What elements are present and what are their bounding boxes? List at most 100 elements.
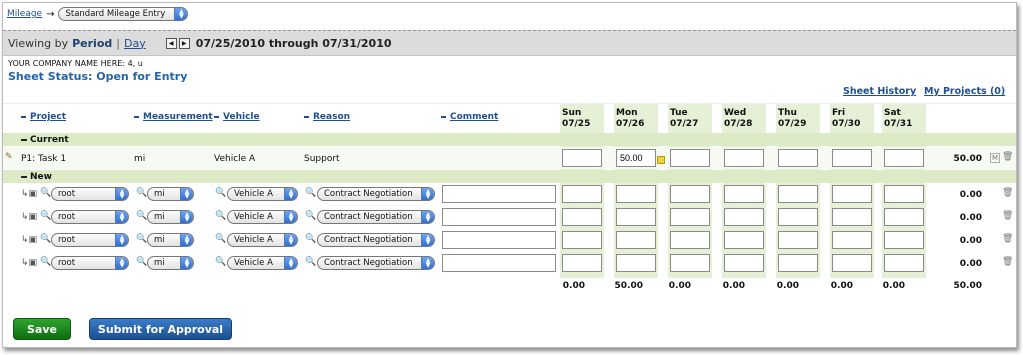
next-period-icon[interactable]: ▶	[178, 37, 190, 49]
measurement-column-header[interactable]: Measurement	[134, 112, 213, 122]
search-icon[interactable]: 🔍	[305, 257, 316, 267]
vehicle-select[interactable]: Vehicle A ▲ ▼	[227, 233, 298, 247]
new-day-input-sat[interactable]	[884, 254, 924, 272]
vehicle-select[interactable]: Vehicle A ▲ ▼	[227, 210, 298, 224]
new-day-input-fri[interactable]	[832, 185, 872, 203]
measurement-select[interactable]: mi ▲ ▼	[147, 256, 194, 270]
search-icon[interactable]: 🔍	[136, 188, 147, 198]
m-icon[interactable]: M	[990, 153, 1001, 163]
new-day-input-thu[interactable]	[778, 185, 818, 203]
measurement-select[interactable]: mi ▲ ▼	[147, 210, 194, 224]
new-day-input-wed[interactable]	[724, 208, 764, 226]
current-day-input-sat[interactable]	[884, 149, 924, 167]
search-icon[interactable]: 🔍	[40, 234, 51, 244]
search-icon[interactable]: 🔍	[305, 234, 316, 244]
search-icon[interactable]: 🔍	[136, 211, 147, 221]
search-icon[interactable]: 🔍	[40, 257, 51, 267]
new-day-input-thu[interactable]	[778, 254, 818, 272]
new-day-input-tue[interactable]	[670, 208, 710, 226]
new-day-input-tue[interactable]	[670, 254, 710, 272]
measurement-select[interactable]: mi ▲ ▼	[147, 187, 194, 201]
new-day-input-sat[interactable]	[884, 231, 924, 249]
new-day-input-mon[interactable]	[616, 254, 656, 272]
sheet-history-link[interactable]: Sheet History	[843, 86, 916, 97]
search-icon[interactable]: 🔍	[215, 211, 226, 221]
reason-select[interactable]: Contract Negotiation ▲ ▼	[317, 233, 435, 247]
project-sort-link[interactable]: Project	[30, 112, 66, 122]
new-day-input-wed[interactable]	[724, 254, 764, 272]
measurement-sort-link[interactable]: Measurement	[143, 112, 213, 122]
save-button[interactable]: Save	[13, 318, 71, 340]
day-view-link[interactable]: Day	[124, 37, 146, 50]
search-icon[interactable]: 🔍	[215, 234, 226, 244]
search-icon[interactable]: 🔍	[40, 188, 51, 198]
current-day-input-thu[interactable]	[778, 149, 818, 167]
search-icon[interactable]: 🔍	[215, 188, 226, 198]
copy-row-icon[interactable]: ↳▣	[21, 189, 37, 199]
search-icon[interactable]: 🔍	[305, 188, 316, 198]
new-day-input-fri[interactable]	[832, 254, 872, 272]
project-select[interactable]: root ▲ ▼	[51, 210, 129, 224]
reason-select[interactable]: Contract Negotiation ▲ ▼	[317, 256, 435, 270]
new-section-header[interactable]: New	[3, 170, 1016, 183]
new-day-input-sun[interactable]	[562, 231, 602, 249]
new-day-input-sat[interactable]	[884, 208, 924, 226]
measurement-select[interactable]: mi ▲ ▼	[147, 233, 194, 247]
trash-icon[interactable]: 🗑	[1002, 234, 1013, 244]
submit-for-approval-button[interactable]: Submit for Approval	[89, 318, 232, 340]
new-day-input-mon[interactable]	[616, 231, 656, 249]
note-icon[interactable]	[657, 156, 665, 164]
entry-type-select[interactable]: Standard Mileage Entry ▲ ▼	[58, 7, 189, 21]
current-section-header[interactable]: Current	[3, 133, 1016, 146]
new-day-input-sun[interactable]	[562, 254, 602, 272]
copy-row-icon[interactable]: ↳▣	[21, 235, 37, 245]
new-day-input-fri[interactable]	[832, 231, 872, 249]
vehicle-select[interactable]: Vehicle A ▲ ▼	[227, 256, 298, 270]
reason-sort-link[interactable]: Reason	[313, 112, 350, 122]
my-projects-link[interactable]: My Projects (0)	[924, 86, 1005, 97]
new-day-input-wed[interactable]	[724, 231, 764, 249]
new-day-input-thu[interactable]	[778, 231, 818, 249]
project-column-header[interactable]: Project	[21, 112, 66, 122]
new-day-input-tue[interactable]	[670, 231, 710, 249]
vehicle-sort-link[interactable]: Vehicle	[223, 112, 260, 122]
comment-input[interactable]	[442, 208, 556, 226]
project-select[interactable]: root ▲ ▼	[51, 233, 129, 247]
previous-period-icon[interactable]: ◀	[165, 37, 177, 49]
edit-pencil-icon[interactable]: ✎	[5, 152, 13, 162]
mileage-link[interactable]: Mileage	[7, 9, 42, 19]
search-icon[interactable]: 🔍	[305, 211, 316, 221]
search-icon[interactable]: 🔍	[136, 257, 147, 267]
project-select[interactable]: root ▲ ▼	[51, 187, 129, 201]
comment-input[interactable]	[442, 231, 556, 249]
current-day-input-tue[interactable]	[670, 149, 710, 167]
new-day-input-wed[interactable]	[724, 185, 764, 203]
comment-input[interactable]	[442, 185, 556, 203]
copy-row-icon[interactable]: ↳▣	[21, 212, 37, 222]
search-icon[interactable]: 🔍	[136, 234, 147, 244]
current-day-input-wed[interactable]	[724, 149, 764, 167]
new-day-input-fri[interactable]	[832, 208, 872, 226]
reason-select[interactable]: Contract Negotiation ▲ ▼	[317, 187, 435, 201]
trash-icon[interactable]: 🗑	[1002, 257, 1013, 267]
reason-select[interactable]: Contract Negotiation ▲ ▼	[317, 210, 435, 224]
trash-icon[interactable]: 🗑	[1002, 188, 1013, 198]
current-day-input-sun[interactable]	[562, 149, 602, 167]
vehicle-column-header[interactable]: Vehicle	[214, 112, 260, 122]
new-day-input-sun[interactable]	[562, 208, 602, 226]
new-day-input-thu[interactable]	[778, 208, 818, 226]
search-icon[interactable]: 🔍	[40, 211, 51, 221]
current-day-input-mon[interactable]	[616, 149, 656, 167]
vehicle-select[interactable]: Vehicle A ▲ ▼	[227, 187, 298, 201]
current-day-input-fri[interactable]	[832, 149, 872, 167]
new-day-input-sun[interactable]	[562, 185, 602, 203]
comment-input[interactable]	[442, 254, 556, 272]
new-day-input-mon[interactable]	[616, 185, 656, 203]
trash-icon[interactable]: 🗑	[1002, 152, 1013, 162]
new-day-input-tue[interactable]	[670, 185, 710, 203]
new-day-input-sat[interactable]	[884, 185, 924, 203]
new-day-input-mon[interactable]	[616, 208, 656, 226]
copy-row-icon[interactable]: ↳▣	[21, 258, 37, 268]
comment-sort-link[interactable]: Comment	[450, 112, 498, 122]
trash-icon[interactable]: 🗑	[1002, 211, 1013, 221]
